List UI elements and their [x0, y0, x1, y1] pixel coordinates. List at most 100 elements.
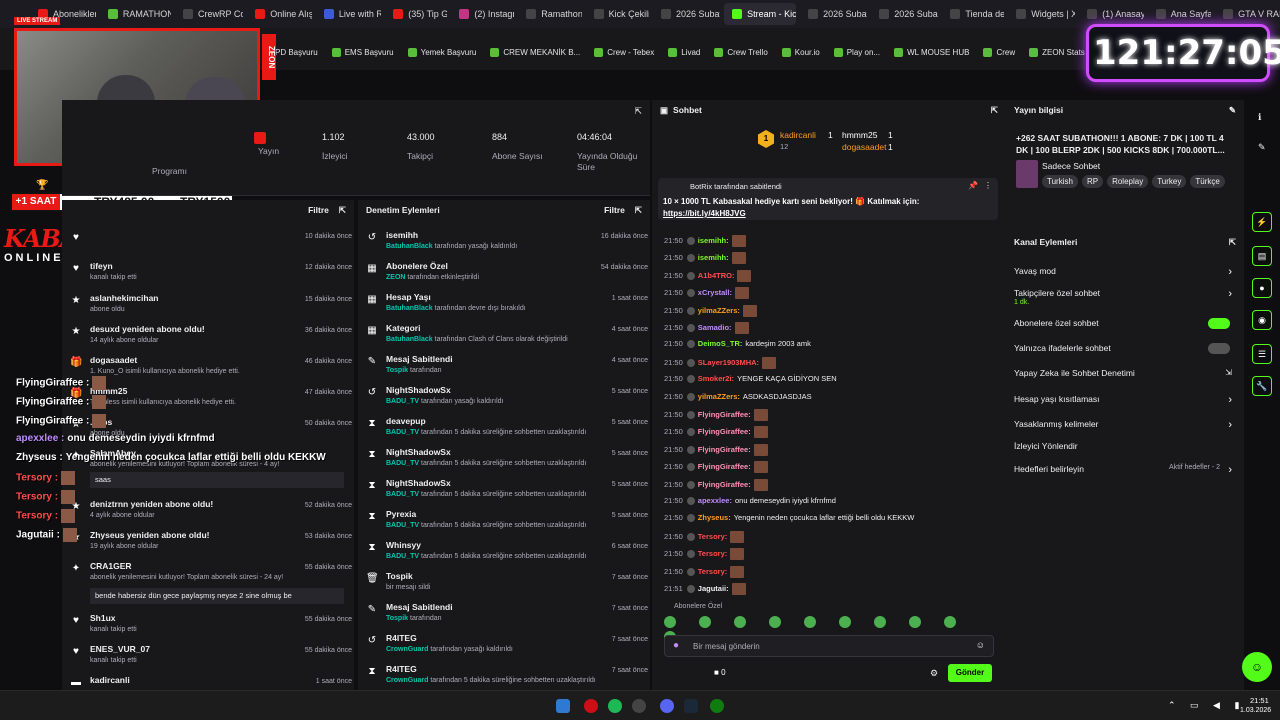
- emote-icon[interactable]: [909, 616, 921, 628]
- chat-username[interactable]: SLayer1903MHA:: [698, 358, 759, 367]
- moderation-actor[interactable]: BADU_TV: [386, 429, 419, 436]
- bookmark-item[interactable]: Crew - Tebex: [594, 47, 654, 57]
- activity-name[interactable]: deniztrnn yeniden abone oldu!: [90, 499, 213, 509]
- emote-icon[interactable]: [944, 616, 956, 628]
- pinned-link[interactable]: https://bit.ly/4kH8JVG: [663, 209, 746, 218]
- moderation-target[interactable]: Mesaj Sabitlendi: [386, 354, 453, 364]
- expand-icon[interactable]: ⇱: [635, 205, 642, 216]
- activity-name[interactable]: Zhyseus yeniden abone oldu!: [90, 530, 210, 540]
- moderation-actor[interactable]: BatuhanBlack: [386, 305, 433, 312]
- toggle-off[interactable]: [1208, 343, 1230, 354]
- chat-username[interactable]: Jagutaii:: [698, 584, 729, 593]
- points-counter[interactable]: ■ 0: [714, 668, 726, 677]
- browser-tab[interactable]: Tienda de: [942, 3, 1004, 25]
- chat-username[interactable]: Smoker2i:: [698, 374, 734, 383]
- chat-username[interactable]: Tersory:: [698, 532, 727, 541]
- moderation-actor[interactable]: Tospik: [386, 367, 408, 374]
- channel-action-item[interactable]: Yalnızca ifadelerle sohbet: [1014, 343, 1236, 354]
- help-button[interactable]: ☺: [1242, 652, 1272, 682]
- moderation-target[interactable]: Mesaj Sabitlendi: [386, 602, 453, 612]
- moderation-target[interactable]: Kategori: [386, 323, 420, 333]
- moderation-actor[interactable]: BADU_TV: [386, 460, 419, 467]
- activity-name[interactable]: CRA1GER: [90, 561, 132, 571]
- chat-username[interactable]: apexxlee:: [698, 496, 732, 505]
- browser-tab[interactable]: Ana Sayfa: [1148, 3, 1211, 25]
- moderation-target[interactable]: Hesap Yaşı: [386, 292, 431, 302]
- browser-tab[interactable]: Online Alış: [247, 3, 312, 25]
- browser-tab[interactable]: Ramathon: [518, 3, 582, 25]
- browser-tab[interactable]: Widgets | X: [1008, 3, 1075, 25]
- activity-name[interactable]: kadircanli: [90, 675, 130, 685]
- browser-tab[interactable]: Stream - Kick Dash: [724, 3, 797, 25]
- chat-username[interactable]: DeimoS_TR:: [698, 339, 743, 348]
- obs-icon[interactable]: [632, 699, 646, 713]
- stream-tag[interactable]: Turkish: [1042, 175, 1078, 188]
- bookmark-item[interactable]: WL MOUSE HUB: [894, 47, 969, 57]
- channel-action-item[interactable]: Yavaş mod ›: [1014, 266, 1236, 278]
- gifter-name[interactable]: dogasaadet: [842, 142, 886, 152]
- chat-username[interactable]: xCrystall:: [698, 288, 732, 297]
- moderation-target[interactable]: Tospik: [386, 571, 413, 581]
- chat-username[interactable]: yilmaZZers:: [698, 392, 740, 401]
- moderation-actor[interactable]: Tospik: [386, 615, 408, 622]
- moderation-target[interactable]: Whinsyy: [386, 540, 421, 550]
- moderation-target[interactable]: isemihh: [386, 230, 418, 240]
- channel-action-item[interactable]: Abonelere özel sohbet: [1014, 318, 1236, 329]
- moderation-target[interactable]: R4ITEG: [386, 664, 417, 674]
- channel-action-item[interactable]: İzleyici Yönlendir: [1014, 441, 1236, 451]
- settings-icon[interactable]: ℹ: [1258, 112, 1261, 123]
- moderation-actor[interactable]: BADU_TV: [386, 398, 419, 405]
- steam-icon[interactable]: [684, 699, 698, 713]
- chat-username[interactable]: A1b4TRO:: [698, 271, 735, 280]
- chevron-right-icon[interactable]: ›: [1228, 288, 1232, 300]
- chat-username[interactable]: Zhyseus:: [698, 513, 731, 522]
- activity-filter-button[interactable]: Filtre: [308, 205, 329, 215]
- browser-tab[interactable]: RAMATHON: [100, 3, 171, 25]
- toggle-on[interactable]: [1208, 318, 1230, 329]
- browser-tab[interactable]: Live with R: [316, 3, 381, 25]
- moderation-target[interactable]: R4ITEG: [386, 633, 417, 643]
- chevron-right-icon[interactable]: ›: [1228, 394, 1232, 406]
- external-link-icon[interactable]: ⇲: [1225, 368, 1232, 377]
- bookmark-item[interactable]: Yemek Başvuru: [407, 47, 476, 57]
- expand-icon[interactable]: ⇱: [991, 105, 998, 116]
- moderation-actor[interactable]: BADU_TV: [386, 491, 419, 498]
- browser-tab[interactable]: (2) Instagr: [451, 3, 514, 25]
- bookmark-item[interactable]: Kour.io: [781, 47, 820, 57]
- channel-action-item[interactable]: Hesap yaşı kısıtlaması ›: [1014, 394, 1236, 406]
- browser-tab[interactable]: CrewRP Co: [175, 3, 243, 25]
- gifter-name[interactable]: hmmm25: [842, 130, 877, 140]
- emoji-icon[interactable]: ☺: [976, 640, 985, 650]
- browser-tab[interactable]: (1) Anasay: [1079, 3, 1144, 25]
- moderation-actor[interactable]: BatuhanBlack: [386, 336, 433, 343]
- emote-icon[interactable]: [804, 616, 816, 628]
- chevron-right-icon[interactable]: ›: [1228, 464, 1232, 476]
- spotify-icon[interactable]: [608, 699, 622, 713]
- chat-username[interactable]: FlyingGiraffee:: [698, 427, 751, 436]
- lightning-icon[interactable]: ⚡: [1252, 212, 1272, 232]
- chevron-right-icon[interactable]: ›: [1228, 266, 1232, 278]
- activity-name[interactable]: aslanhekimcihan: [90, 293, 159, 303]
- emote-icon[interactable]: [769, 616, 781, 628]
- moderation-filter-button[interactable]: Filtre: [604, 205, 625, 216]
- browser-tab[interactable]: Kick Çekili: [586, 3, 649, 25]
- moderation-actor[interactable]: CrownGuard: [386, 677, 428, 684]
- pin-icon[interactable]: 📌: [968, 181, 978, 190]
- activity-name[interactable]: tifeyn: [90, 261, 113, 271]
- chat-username[interactable]: yilmaZZers:: [698, 306, 740, 315]
- discord-icon[interactable]: [660, 699, 674, 713]
- windows-start-icon[interactable]: [556, 699, 570, 713]
- chat-username[interactable]: FlyingGiraffee:: [698, 445, 751, 454]
- chat-username[interactable]: FlyingGiraffee:: [698, 480, 751, 489]
- bookmark-item[interactable]: Crew: [983, 47, 1015, 57]
- chat-username[interactable]: Tersory:: [698, 549, 727, 558]
- chat-bubble-icon[interactable]: ●: [1252, 278, 1272, 298]
- activity-name[interactable]: ENES_VUR_07: [90, 644, 150, 654]
- gear-icon[interactable]: ⚙: [930, 668, 938, 679]
- moderation-target[interactable]: deavepup: [386, 416, 426, 426]
- moderation-actor[interactable]: BADU_TV: [386, 553, 419, 560]
- bookmark-item[interactable]: Livad: [668, 47, 700, 57]
- moderation-target[interactable]: NightShadowSx: [386, 447, 451, 457]
- emote-icon[interactable]: [664, 616, 676, 628]
- stream-tag[interactable]: Roleplay: [1107, 175, 1149, 188]
